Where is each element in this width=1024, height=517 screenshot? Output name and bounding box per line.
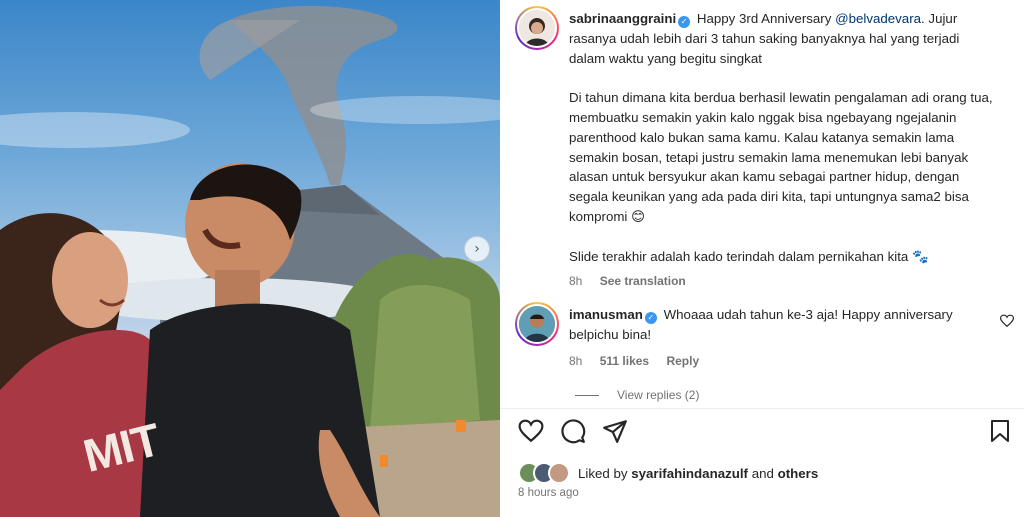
save-button[interactable] (988, 418, 1012, 449)
comment-item: imanusman ✓ Whoaaa udah tahun ke-3 aja! H… (569, 305, 989, 371)
commenter-avatar-image (517, 304, 557, 344)
caption-paragraph-1: sabrinaanggraini ✓ Happy 3rd Anniversary … (569, 9, 999, 68)
liked-by-and: and (751, 465, 774, 481)
author-avatar[interactable] (515, 6, 559, 50)
post-details-panel: sabrinaanggraini ✓ Happy 3rd Anniversary … (500, 0, 1024, 517)
liker-avatars[interactable] (518, 462, 574, 484)
paper-plane-icon (603, 420, 627, 443)
bookmark-icon (991, 420, 1009, 442)
liked-by-username[interactable]: syarifahindanazulf (631, 466, 748, 481)
liked-by-others-link[interactable]: others (778, 466, 819, 481)
comment-button[interactable] (560, 418, 586, 449)
comment-likes-count[interactable]: 511 likes (600, 354, 649, 368)
liked-by-prefix: Liked by (578, 465, 628, 481)
post-caption: sabrinaanggraini ✓ Happy 3rd Anniversary … (569, 9, 999, 292)
liked-by-row: Liked by syarifahindanazulf and others (518, 460, 818, 486)
photo-illustration (0, 5, 500, 517)
post-action-bar (500, 418, 1024, 448)
comment-timestamp[interactable]: 8h (569, 354, 582, 368)
comment-icon (561, 419, 586, 444)
caption-mention-link[interactable]: @belvadevara (835, 11, 921, 26)
author-avatar-image (517, 8, 557, 48)
liker-avatar (548, 462, 570, 484)
comment-body: imanusman ✓ Whoaaa udah tahun ke-3 aja! H… (569, 305, 989, 345)
comment-meta: 8h 511 likes Reply (569, 351, 989, 371)
caption-timestamp[interactable]: 8h (569, 274, 582, 288)
post-photo[interactable]: MIT › (0, 0, 500, 517)
commenter-avatar[interactable] (515, 302, 559, 346)
caption-meta: 8h See translation (569, 272, 999, 292)
comment-reply-button[interactable]: Reply (666, 354, 699, 368)
view-replies-label: View replies (2) (617, 388, 700, 402)
like-button[interactable] (518, 418, 544, 449)
see-translation-button[interactable]: See translation (600, 274, 686, 288)
view-replies-line (575, 394, 599, 396)
share-button[interactable] (602, 418, 628, 449)
verified-badge-icon: ✓ (678, 16, 691, 28)
chevron-right-icon: › (474, 241, 480, 257)
verified-badge-icon: ✓ (644, 312, 657, 324)
caption-paragraph-3: Slide terakhir adalah kado terindah dala… (569, 248, 929, 264)
post-timestamp[interactable]: 8 hours ago (518, 487, 579, 499)
caption-intro: Happy 3rd Anniversary (696, 11, 832, 26)
commenter-username[interactable]: imanusman (569, 307, 643, 322)
caption-paragraph-2: Di tahun dimana kita berdua berhasil lew… (569, 90, 993, 224)
heart-icon (518, 419, 544, 443)
section-divider (500, 408, 1024, 409)
comment-like-heart-icon[interactable] (999, 314, 1015, 333)
view-replies-button[interactable]: View replies (2) (575, 388, 699, 402)
author-username[interactable]: sabrinaanggraini (569, 11, 676, 26)
carousel-next-button[interactable]: › (464, 236, 490, 262)
